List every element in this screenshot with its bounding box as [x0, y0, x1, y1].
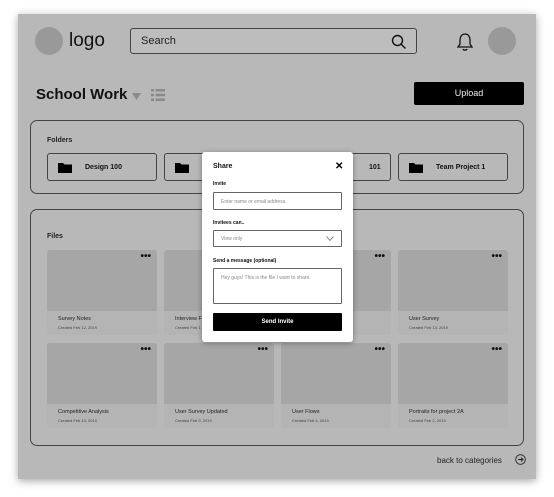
user-avatar[interactable] — [488, 27, 516, 55]
logo-circle[interactable] — [35, 27, 63, 55]
file-date: Created Feb 2, 2019 — [409, 418, 446, 423]
upload-button[interactable]: Upload — [414, 82, 524, 105]
file-card[interactable]: ••• Survey Notes Created Feb 12, 2019 — [47, 250, 157, 335]
folder-icon — [409, 163, 423, 173]
file-name: Competitive Analysis — [58, 409, 109, 415]
message-placeholder: Hey guys! This is the file I want to sha… — [221, 275, 311, 281]
share-modal: Share ✕ Invite Enter name or email addre… — [202, 152, 353, 342]
permission-select[interactable]: View only — [213, 230, 342, 247]
file-name: User Flows — [292, 409, 320, 415]
caret-down-icon[interactable] — [132, 93, 141, 101]
file-name: Survey Notes — [58, 316, 92, 322]
message-label: Send a message (optional) — [213, 258, 277, 264]
permission-value: View only — [221, 236, 243, 242]
page-title: School Work — [36, 86, 128, 103]
file-card[interactable]: ••• Portraits for project 2A Created Feb… — [398, 343, 508, 428]
search-icon[interactable] — [391, 34, 407, 50]
more-options-icon[interactable]: ••• — [140, 251, 151, 262]
invite-placeholder: Enter name or email address. — [221, 199, 287, 205]
more-options-icon[interactable]: ••• — [491, 251, 502, 262]
file-card[interactable]: ••• User Survey Created Feb 13, 2019 — [398, 250, 508, 335]
file-name: Portraits for project 2A — [409, 409, 464, 415]
modal-title: Share — [213, 163, 233, 170]
more-options-icon[interactable]: ••• — [374, 251, 385, 262]
more-options-icon[interactable]: ••• — [491, 344, 502, 355]
close-icon[interactable]: ✕ — [335, 161, 343, 172]
file-card[interactable]: ••• User Survey Updated Created Feb 9, 2… — [164, 343, 274, 428]
files-title: Files — [47, 233, 63, 240]
file-date: Created Feb 12, 2019 — [58, 325, 97, 330]
invite-input[interactable]: Enter name or email address. — [213, 192, 342, 210]
more-options-icon[interactable]: ••• — [374, 344, 385, 355]
more-options-icon[interactable]: ••• — [257, 344, 268, 355]
search-placeholder: Search — [141, 35, 176, 47]
file-date: Created Feb 9, 2019 — [175, 418, 212, 423]
invite-label: Invite — [213, 181, 227, 187]
logo-text[interactable]: logo — [69, 30, 105, 52]
search-input[interactable]: Search — [130, 28, 417, 54]
folders-title: Folders — [47, 137, 73, 144]
folder-item[interactable]: Design 100 — [47, 153, 157, 181]
arrow-right-circle-icon[interactable] — [515, 454, 526, 465]
file-date: Created Feb 1 — [175, 325, 201, 330]
list-view-icon[interactable] — [151, 89, 165, 101]
file-name: User Survey — [409, 316, 440, 322]
folder-icon — [175, 163, 189, 173]
folder-label: Design 100 — [85, 164, 122, 171]
back-to-categories-link[interactable]: back to categories — [437, 456, 502, 465]
file-name: User Survey Updated — [175, 409, 228, 415]
file-date: Created Feb 10, 2019 — [58, 418, 97, 423]
folder-label: Team Project 1 — [436, 164, 486, 171]
chevron-down-icon — [326, 236, 334, 242]
message-textarea[interactable]: Hey guys! This is the file I want to sha… — [213, 268, 342, 304]
invitees-label: Invitees can.. — [213, 220, 245, 226]
file-card[interactable]: ••• Competitive Analysis Created Feb 10,… — [47, 343, 157, 428]
file-name: Interview F — [175, 316, 202, 322]
folder-item[interactable]: Team Project 1 — [398, 153, 508, 181]
file-card[interactable]: ••• User Flows Created Feb 4, 2019 — [281, 343, 391, 428]
file-date: Created Feb 13, 2019 — [409, 325, 448, 330]
folder-icon — [58, 163, 72, 173]
file-date: Created Feb 4, 2019 — [292, 418, 329, 423]
more-options-icon[interactable]: ••• — [140, 344, 151, 355]
folder-label: 101 — [369, 164, 381, 171]
send-invite-button[interactable]: Send Invite — [213, 313, 342, 331]
bell-icon[interactable] — [456, 32, 474, 52]
